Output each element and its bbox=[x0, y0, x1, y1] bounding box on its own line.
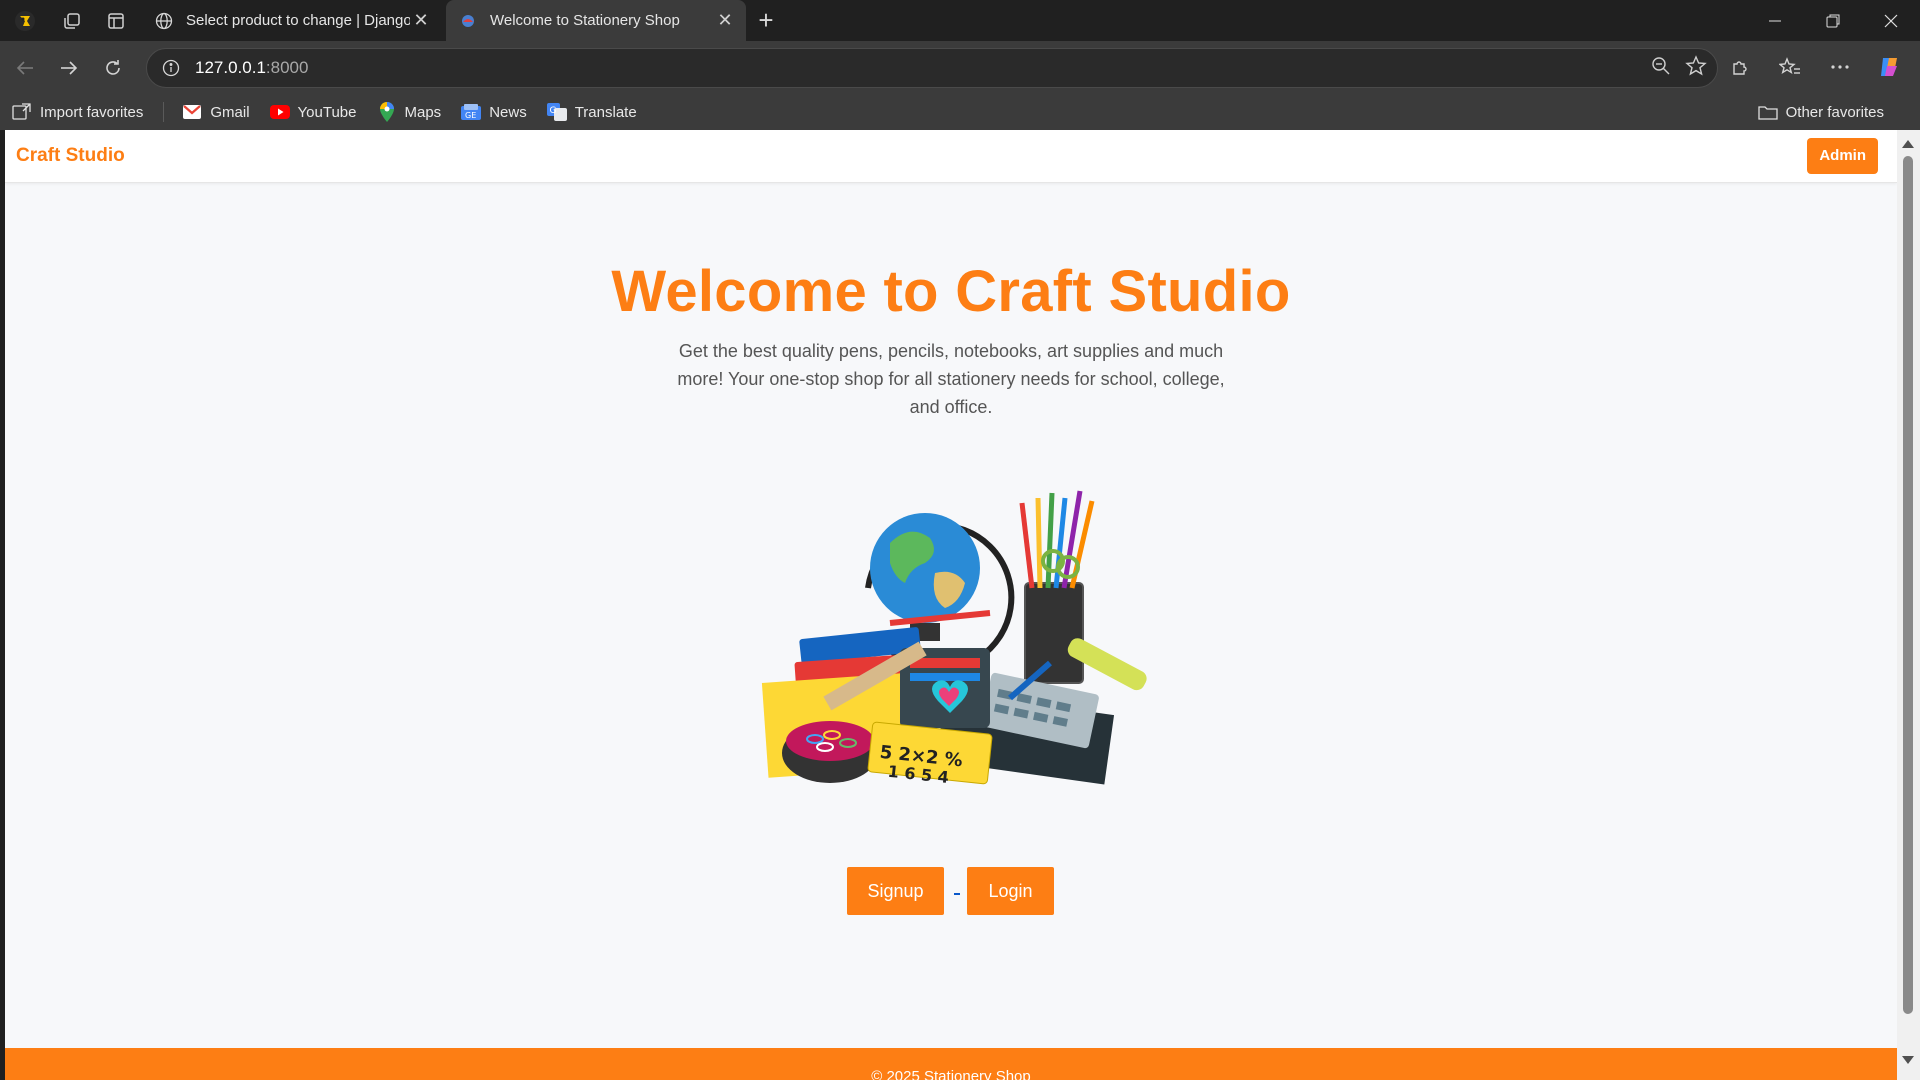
extensions-icon[interactable] bbox=[1718, 45, 1762, 89]
address-bar[interactable]: 127.0.0.1:8000 bbox=[146, 48, 1718, 88]
brand-link[interactable]: Craft Studio bbox=[16, 145, 125, 167]
translate-icon: G bbox=[546, 102, 567, 122]
link-separator bbox=[954, 893, 960, 895]
login-button[interactable]: Login bbox=[967, 867, 1054, 915]
scroll-down-icon[interactable] bbox=[1902, 1056, 1914, 1064]
new-tab-icon[interactable]: + bbox=[746, 0, 786, 41]
admin-button[interactable]: Admin bbox=[1807, 138, 1878, 174]
bookmark-label: Import favorites bbox=[40, 103, 144, 121]
tab-title: Select product to change | Django bbox=[186, 12, 410, 29]
import-icon bbox=[12, 102, 32, 122]
more-menu-icon[interactable] bbox=[1818, 45, 1862, 89]
page-scrollbar[interactable] bbox=[1897, 130, 1920, 1080]
bookmark-other-favorites[interactable]: Other favorites bbox=[1757, 97, 1884, 127]
favorites-icon[interactable] bbox=[1768, 45, 1812, 89]
bookmark-label: Translate bbox=[574, 103, 637, 121]
site-navbar: Craft Studio Admin bbox=[5, 130, 1897, 183]
tab-title: Welcome to Stationery Shop bbox=[490, 12, 680, 29]
scroll-up-icon[interactable] bbox=[1902, 140, 1914, 148]
svg-text:G: G bbox=[549, 106, 556, 116]
bookmark-maps[interactable]: Maps bbox=[377, 97, 442, 127]
close-window-icon[interactable] bbox=[1862, 0, 1920, 41]
tab-bar: Select product to change | Django ✕ Welc… bbox=[0, 0, 1920, 41]
hero-title: Welcome to Craft Studio bbox=[611, 259, 1291, 324]
close-tab-icon[interactable]: ✕ bbox=[714, 10, 736, 32]
profile-icon[interactable] bbox=[0, 0, 50, 41]
site-info-icon[interactable] bbox=[159, 56, 183, 80]
bookmark-translate[interactable]: G Translate bbox=[546, 97, 637, 127]
youtube-icon bbox=[269, 102, 290, 122]
page-viewport: Craft Studio Admin Welcome to Craft Stud… bbox=[5, 130, 1897, 1080]
refresh-icon[interactable] bbox=[91, 46, 135, 90]
stationery-illustration: 5 2×2 % 1 6 5 4 bbox=[760, 473, 1160, 793]
forward-icon[interactable] bbox=[47, 46, 91, 90]
gmail-icon bbox=[182, 102, 202, 122]
bookmark-divider bbox=[163, 102, 165, 122]
back-icon[interactable] bbox=[3, 46, 47, 90]
news-icon: GE bbox=[461, 102, 482, 122]
hero-description: Get the best quality pens, pencils, note… bbox=[677, 341, 1225, 417]
bookmark-label: Maps bbox=[404, 103, 442, 121]
svg-text:GE: GE bbox=[465, 111, 476, 120]
close-tab-icon[interactable]: ✕ bbox=[410, 10, 432, 32]
tab-stationery-shop[interactable]: Welcome to Stationery Shop ✕ bbox=[446, 0, 746, 41]
site-footer: © 2025 Stationery Shop bbox=[5, 1048, 1897, 1080]
browser-toolbar: 127.0.0.1:8000 bbox=[0, 41, 1920, 94]
bookmark-import-favorites[interactable]: Import favorites bbox=[12, 97, 143, 127]
tab-django-admin[interactable]: Select product to change | Django ✕ bbox=[142, 0, 442, 41]
bookmark-label: YouTube bbox=[297, 103, 357, 121]
url-text: 127.0.0.1:8000 bbox=[195, 58, 309, 77]
maps-icon bbox=[377, 102, 397, 122]
bookmark-label: Other favorites bbox=[1785, 103, 1884, 121]
globe-icon bbox=[154, 11, 174, 31]
bookmark-label: Gmail bbox=[210, 103, 250, 121]
folder-icon bbox=[1757, 102, 1778, 122]
restore-icon[interactable] bbox=[1804, 0, 1862, 41]
site-favicon-icon bbox=[458, 11, 478, 31]
tab-actions-icon[interactable] bbox=[94, 0, 138, 41]
favorite-star-icon[interactable] bbox=[1685, 54, 1707, 82]
auth-buttons: Signup Login bbox=[5, 867, 1897, 915]
bookmark-youtube[interactable]: YouTube bbox=[269, 97, 357, 127]
copilot-icon[interactable] bbox=[1868, 45, 1912, 89]
zoom-icon[interactable] bbox=[1651, 56, 1671, 81]
workspaces-icon[interactable] bbox=[50, 0, 94, 41]
minimize-icon[interactable] bbox=[1746, 0, 1804, 41]
bookmarks-bar: Import favorites Gmail YouTube Maps GE N… bbox=[0, 94, 1920, 130]
scrollbar-thumb[interactable] bbox=[1903, 156, 1913, 1014]
footer-text: © 2025 Stationery Shop bbox=[871, 1068, 1031, 1080]
window-controls bbox=[1746, 0, 1920, 41]
signup-button[interactable]: Signup bbox=[847, 867, 944, 915]
bookmark-news[interactable]: GE News bbox=[461, 97, 527, 127]
bookmark-label: News bbox=[489, 103, 527, 121]
bookmark-gmail[interactable]: Gmail bbox=[182, 97, 250, 127]
